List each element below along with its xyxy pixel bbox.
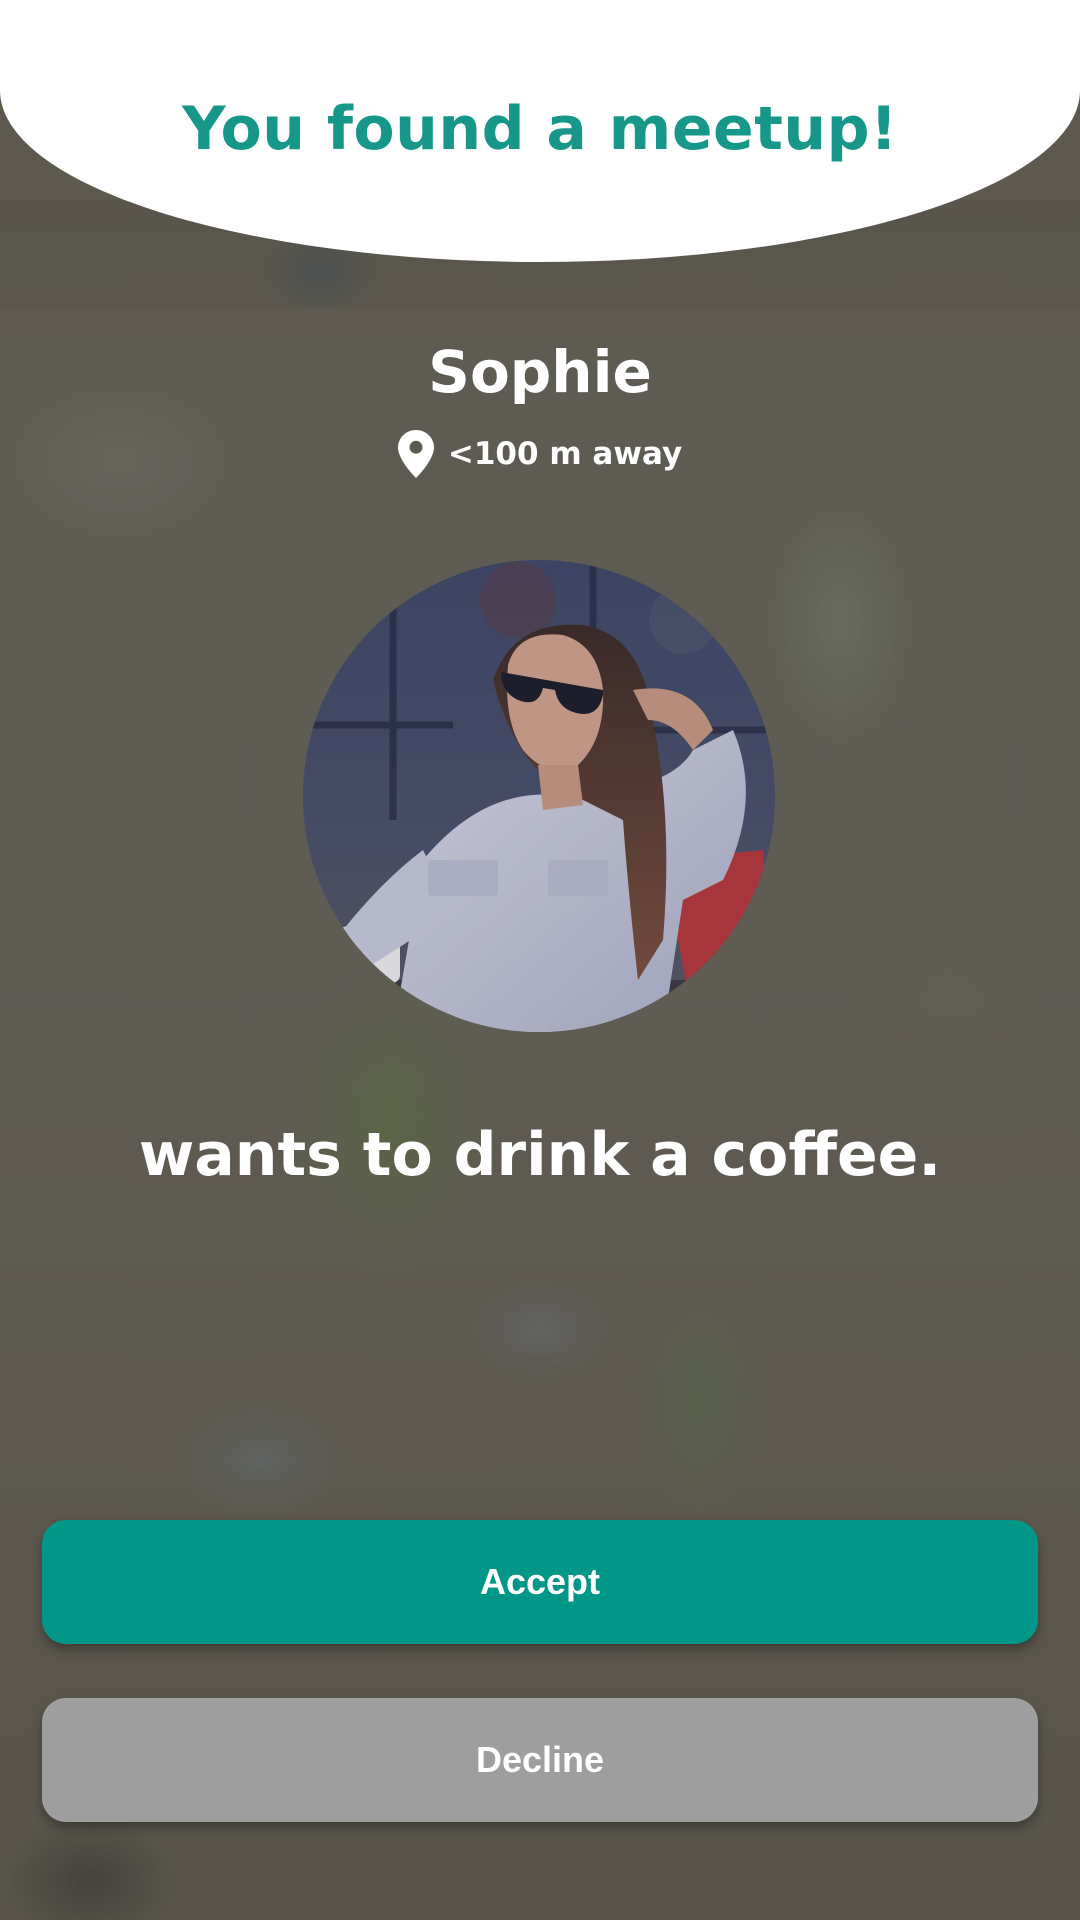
distance-row: <100 m away: [0, 430, 1080, 478]
avatar: [303, 560, 775, 1032]
location-pin-icon: [397, 430, 434, 478]
distance-label: <100 m away: [447, 436, 683, 472]
decline-button-label: Decline: [475, 1739, 605, 1780]
meetup-screen: You found a meetup! Sophie <100 m away w…: [0, 0, 1080, 1920]
activity-text: wants to drink a coffee.: [138, 1120, 942, 1190]
accept-button[interactable]: Accept: [42, 1520, 1038, 1644]
decline-button[interactable]: Decline: [42, 1698, 1038, 1822]
page-title: You found a meetup!: [182, 94, 898, 164]
match-name: Sophie: [428, 338, 652, 406]
accept-button-label: Accept: [479, 1561, 601, 1602]
